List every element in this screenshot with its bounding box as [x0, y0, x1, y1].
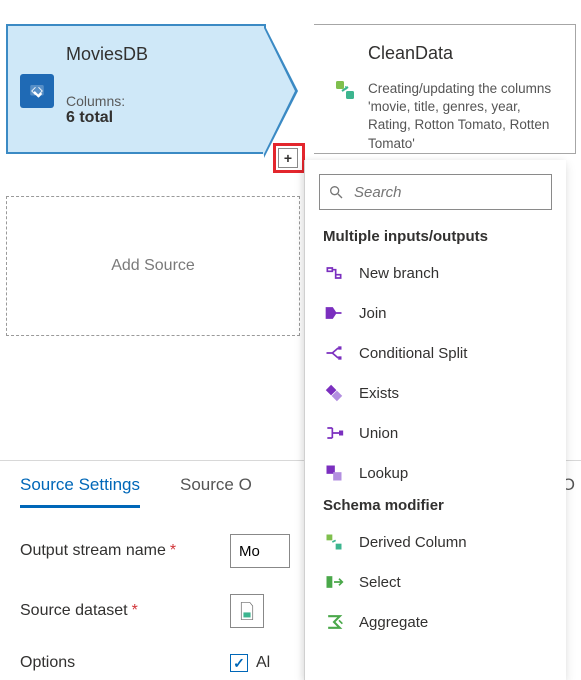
- tab-source-options[interactable]: Source O: [180, 475, 252, 508]
- menu-item-label: Lookup: [359, 465, 408, 482]
- search-input[interactable]: [352, 183, 557, 202]
- menu-item-label: Select: [359, 574, 401, 591]
- menu-item-new-branch[interactable]: New branch: [305, 253, 566, 293]
- source-node-moviesdb[interactable]: MoviesDB Columns: 6 total: [6, 24, 266, 154]
- options-checkbox[interactable]: ✓: [230, 654, 248, 672]
- menu-item-select[interactable]: Select: [305, 562, 566, 602]
- add-source-button[interactable]: Add Source: [6, 196, 300, 336]
- transform-node-cleandata[interactable]: CleanData Creating/updating the columns …: [314, 24, 576, 154]
- menu-item-label: Exists: [359, 385, 399, 402]
- source-dataset-picker[interactable]: [230, 594, 264, 628]
- source-dataset-label: Source dataset*: [20, 602, 230, 620]
- transformation-menu: Multiple inputs/outputs New branch Join …: [304, 160, 566, 680]
- dataset-icon: [20, 74, 54, 108]
- menu-item-label: New branch: [359, 265, 439, 282]
- csv-file-icon: [238, 601, 256, 621]
- union-icon: [323, 422, 345, 444]
- menu-group-header: Multiple inputs/outputs: [305, 224, 566, 253]
- menu-item-label: Aggregate: [359, 614, 428, 631]
- menu-item-derived-column[interactable]: Derived Column: [305, 522, 566, 562]
- add-source-label: Add Source: [111, 257, 195, 275]
- menu-item-label: Derived Column: [359, 534, 467, 551]
- options-label: Options: [20, 654, 230, 672]
- menu-item-label: Conditional Split: [359, 345, 467, 362]
- derived-column-icon: [332, 77, 358, 103]
- select-icon: [323, 571, 345, 593]
- tab-source-settings[interactable]: Source Settings: [20, 475, 140, 508]
- source-node-title: MoviesDB: [66, 44, 148, 65]
- menu-item-aggregate[interactable]: Aggregate: [305, 602, 566, 642]
- join-icon: [323, 302, 345, 324]
- output-stream-name-label: Output stream name*: [20, 542, 230, 560]
- search-field-wrap[interactable]: [319, 174, 552, 210]
- columns-value: 6 total: [66, 109, 148, 127]
- menu-item-label: Join: [359, 305, 387, 322]
- transform-node-title: CleanData: [368, 43, 567, 64]
- derived-icon: [323, 531, 345, 553]
- required-marker: *: [132, 602, 138, 619]
- aggregate-icon: [323, 611, 345, 633]
- split-icon: [323, 342, 345, 364]
- menu-item-conditional-split[interactable]: Conditional Split: [305, 333, 566, 373]
- search-icon: [328, 184, 344, 200]
- exists-icon: [323, 382, 345, 404]
- add-transformation-button[interactable]: +: [278, 148, 298, 168]
- menu-item-join[interactable]: Join: [305, 293, 566, 333]
- plus-icon: +: [284, 150, 292, 166]
- menu-item-union[interactable]: Union: [305, 413, 566, 453]
- menu-group-header: Schema modifier: [305, 493, 566, 522]
- required-marker: *: [170, 542, 176, 559]
- lookup-icon: [323, 462, 345, 484]
- menu-item-exists[interactable]: Exists: [305, 373, 566, 413]
- branch-icon: [323, 262, 345, 284]
- menu-item-label: Union: [359, 425, 398, 442]
- options-checkbox-label: Al: [256, 654, 270, 672]
- columns-label: Columns:: [66, 93, 148, 109]
- menu-item-lookup[interactable]: Lookup: [305, 453, 566, 493]
- transform-node-description: Creating/updating the columns 'movie, ti…: [368, 80, 567, 153]
- output-stream-name-input[interactable]: [230, 534, 290, 568]
